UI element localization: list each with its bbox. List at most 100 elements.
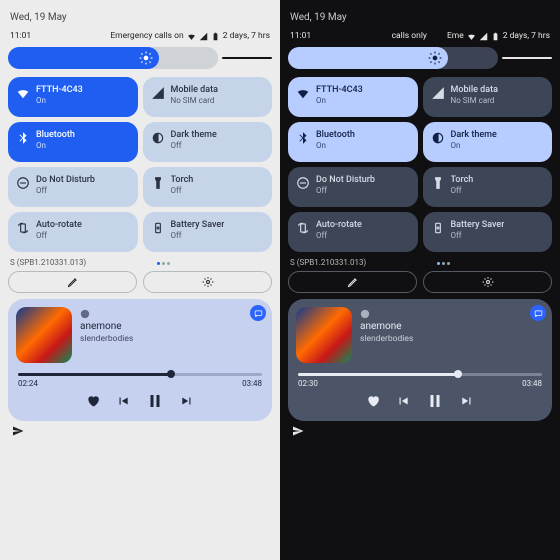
progress-slider[interactable]: [18, 373, 262, 376]
tile-auto-rotate[interactable]: Auto-rotateOff: [8, 212, 138, 252]
build-label: S (SPB1.210331.013): [10, 258, 86, 267]
date-label: Wed, 19 May: [8, 6, 272, 29]
progress-slider[interactable]: [298, 373, 542, 376]
edit-button[interactable]: [8, 271, 137, 293]
signal-icon: [151, 86, 165, 100]
status-text-a: calls only: [392, 31, 427, 41]
prev-button[interactable]: [396, 394, 410, 411]
tile-label: Mobile data: [451, 85, 498, 96]
gear-icon: [482, 276, 494, 288]
media-title: anemone: [360, 321, 544, 332]
tile-state: On: [316, 96, 363, 106]
pencil-icon: [67, 276, 79, 288]
media-card[interactable]: anemone slenderbodies 02:2403:48: [8, 299, 272, 421]
cast-icon: [254, 309, 263, 318]
status-time: 11:01: [10, 31, 31, 41]
pause-button[interactable]: [426, 392, 444, 413]
brightness-icon: [139, 51, 153, 65]
tile-state: On: [36, 96, 83, 106]
like-button[interactable]: [366, 394, 380, 411]
tile-mobile-data[interactable]: Mobile dataNo SIM card: [423, 77, 553, 117]
cast-button[interactable]: [530, 305, 546, 321]
tile-label: Do Not Disturb: [36, 175, 95, 186]
prev-button[interactable]: [116, 394, 130, 411]
page-dots[interactable]: [156, 258, 171, 267]
dark-panel: Wed, 19 May 11:01 calls only Eme 2 days,…: [280, 0, 560, 560]
skip-next-icon: [180, 394, 194, 408]
tile-torch[interactable]: TorchOff: [143, 167, 273, 207]
wifi-icon: [296, 86, 310, 100]
tile-dnd[interactable]: Do Not DisturbOff: [288, 167, 418, 207]
torch-icon: [151, 176, 165, 190]
tile-label: Auto-rotate: [316, 220, 362, 231]
elapsed-time: 02:30: [298, 379, 318, 388]
send-icon-row: [288, 425, 552, 440]
tile-wifi[interactable]: FTTH-4C43On: [288, 77, 418, 117]
brightness-slider[interactable]: [8, 47, 272, 69]
brightness-slider[interactable]: [288, 47, 552, 69]
light-panel: Wed, 19 May 11:01 Emergency calls on 2 d…: [0, 0, 280, 560]
brightness-icon: [428, 51, 442, 65]
cast-icon: [534, 309, 543, 318]
status-network-text: Emergency calls on: [110, 31, 183, 41]
settings-button[interactable]: [143, 271, 272, 293]
page-dots[interactable]: [436, 258, 451, 267]
tile-dark-theme[interactable]: Dark themeOff: [143, 122, 273, 162]
tile-auto-rotate[interactable]: Auto-rotateOff: [288, 212, 418, 252]
tile-mobile-data[interactable]: Mobile dataNo SIM card: [143, 77, 273, 117]
tile-state: On: [316, 141, 355, 151]
tile-label: FTTH-4C43: [36, 85, 83, 96]
edit-button[interactable]: [288, 271, 417, 293]
like-button[interactable]: [86, 394, 100, 411]
wifi-icon: [467, 32, 476, 41]
pause-icon: [426, 392, 444, 410]
media-card[interactable]: anemone slenderbodies 02:30 03:48: [288, 299, 552, 421]
tile-label: Auto-rotate: [36, 220, 82, 231]
tile-label: Dark theme: [171, 130, 217, 141]
status-battery-text: 2 days, 7 hrs: [223, 31, 270, 41]
send-icon[interactable]: [12, 425, 24, 437]
status-text-b: Eme: [447, 31, 464, 41]
tile-wifi[interactable]: FTTH-4C43On: [8, 77, 138, 117]
cast-button[interactable]: [250, 305, 266, 321]
torch-icon: [431, 176, 445, 190]
tile-label: Mobile data: [171, 85, 218, 96]
heart-icon: [86, 394, 100, 408]
tile-dnd[interactable]: Do Not DisturbOff: [8, 167, 138, 207]
tile-battery-saver[interactable]: Battery SaverOff: [423, 212, 553, 252]
tile-bluetooth[interactable]: BluetoothOn: [288, 122, 418, 162]
tile-label: Torch: [171, 175, 194, 186]
status-time: 11:01: [290, 31, 311, 41]
tile-state: Off: [451, 186, 474, 196]
dark-theme-icon: [431, 131, 445, 145]
tile-bluetooth[interactable]: BluetoothOn: [8, 122, 138, 162]
media-title: anemone: [80, 321, 264, 332]
status-battery-text: 2 days, 7 hrs: [503, 31, 550, 41]
tile-label: Dark theme: [451, 130, 497, 141]
dark-theme-icon: [151, 131, 165, 145]
tiles-grid: FTTH-4C43On Mobile dataNo SIM card Bluet…: [288, 77, 552, 252]
tile-state: Off: [171, 141, 217, 151]
signal-icon: [199, 32, 208, 41]
tile-dark-theme[interactable]: Dark themeOn: [423, 122, 553, 162]
tile-battery-saver[interactable]: Battery SaverOff: [143, 212, 273, 252]
elapsed-time: 02:24: [18, 379, 38, 388]
tile-label: Battery Saver: [451, 220, 505, 231]
tile-state: No SIM card: [171, 96, 218, 106]
media-artist: slenderbodies: [360, 334, 544, 344]
dnd-icon: [296, 176, 310, 190]
wifi-icon: [187, 32, 196, 41]
pause-button[interactable]: [146, 392, 164, 413]
send-icon[interactable]: [292, 425, 304, 437]
tile-label: FTTH-4C43: [316, 85, 363, 96]
tile-state: Off: [316, 231, 362, 241]
tile-label: Battery Saver: [171, 220, 225, 231]
total-time: 03:48: [522, 379, 542, 388]
skip-prev-icon: [116, 394, 130, 408]
tile-state: On: [36, 141, 75, 151]
next-button[interactable]: [180, 394, 194, 411]
settings-button[interactable]: [423, 271, 552, 293]
next-button[interactable]: [460, 394, 474, 411]
tile-torch[interactable]: TorchOff: [423, 167, 553, 207]
total-time: 03:48: [242, 379, 262, 388]
